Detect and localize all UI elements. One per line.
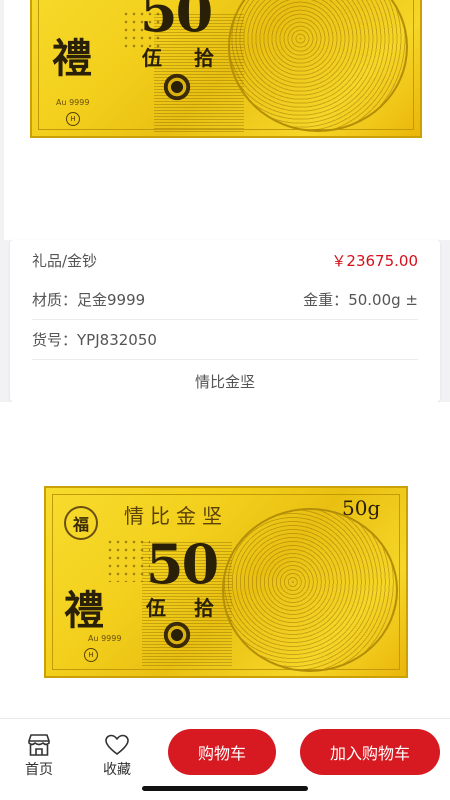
flower-emblem (154, 64, 200, 110)
purity-mark: Au 9999 (56, 98, 90, 107)
tab-home[interactable]: 首页 (14, 733, 64, 779)
weight-value: 50.00g ± (348, 291, 418, 309)
shi-character: 拾 (194, 596, 214, 620)
li-character: 禮 (52, 35, 92, 82)
category-text: 礼品/金钞 (32, 251, 98, 270)
product-image-top: 50 禮 伍 拾 Au 9999 H (0, 0, 450, 240)
sku-label: 货号： (32, 331, 78, 349)
denomination-number: 50 (146, 532, 219, 596)
denomination-number: 50 (140, 0, 213, 44)
cart-button[interactable]: 购物车 (168, 729, 276, 775)
hallmark-icon: H (66, 112, 80, 126)
scallop-medallion (222, 508, 398, 672)
product-image-bottom: 福 情比金坚 50g 50 禮 伍 拾 Au 9999 H (0, 402, 450, 718)
li-character: 禮 (64, 587, 104, 634)
note-title: 情比金坚 (124, 504, 228, 528)
tab-home-label: 首页 (25, 762, 53, 778)
category-price-row: 礼品/金钞 ￥23675.00 (32, 240, 418, 280)
purity-mark: Au 9999 (88, 634, 122, 643)
shi-character: 拾 (194, 46, 214, 70)
sku-row: 货号：YPJ832050 (32, 320, 418, 360)
weight-label: 金重： (303, 291, 349, 309)
store-icon (28, 734, 50, 756)
material-label: 材质： (32, 291, 78, 309)
tab-favorite-label: 收藏 (103, 762, 131, 778)
heart-icon (105, 734, 129, 755)
hallmark-icon: H (84, 648, 98, 662)
tab-favorite[interactable]: 收藏 (92, 733, 142, 779)
product-detail-scroll[interactable]: 50 禮 伍 拾 Au 9999 H 礼品/金钞 ￥23675.00 材质：足金… (0, 0, 450, 718)
home-indicator[interactable] (142, 786, 308, 791)
product-info-card: 礼品/金钞 ￥23675.00 材质：足金9999 金重：50.00g ± 货号… (10, 240, 440, 402)
product-name-row: 情比金坚 (32, 361, 418, 401)
price-text: ￥23675.00 (331, 251, 418, 270)
sku-value: YPJ832050 (77, 331, 157, 349)
wu-character: 伍 (142, 46, 162, 70)
flower-emblem (154, 612, 200, 658)
gold-note-image-top: 50 禮 伍 拾 Au 9999 H (30, 0, 422, 138)
product-name: 情比金坚 (194, 372, 255, 391)
fu-seal: 福 (64, 506, 98, 540)
material-weight-row: 材质：足金9999 金重：50.00g ± (32, 280, 418, 320)
add-to-cart-button[interactable]: 加入购物车 (300, 729, 440, 775)
material-value: 足金9999 (77, 291, 146, 309)
gold-note-image-bottom: 福 情比金坚 50g 50 禮 伍 拾 Au 9999 H (44, 486, 408, 678)
